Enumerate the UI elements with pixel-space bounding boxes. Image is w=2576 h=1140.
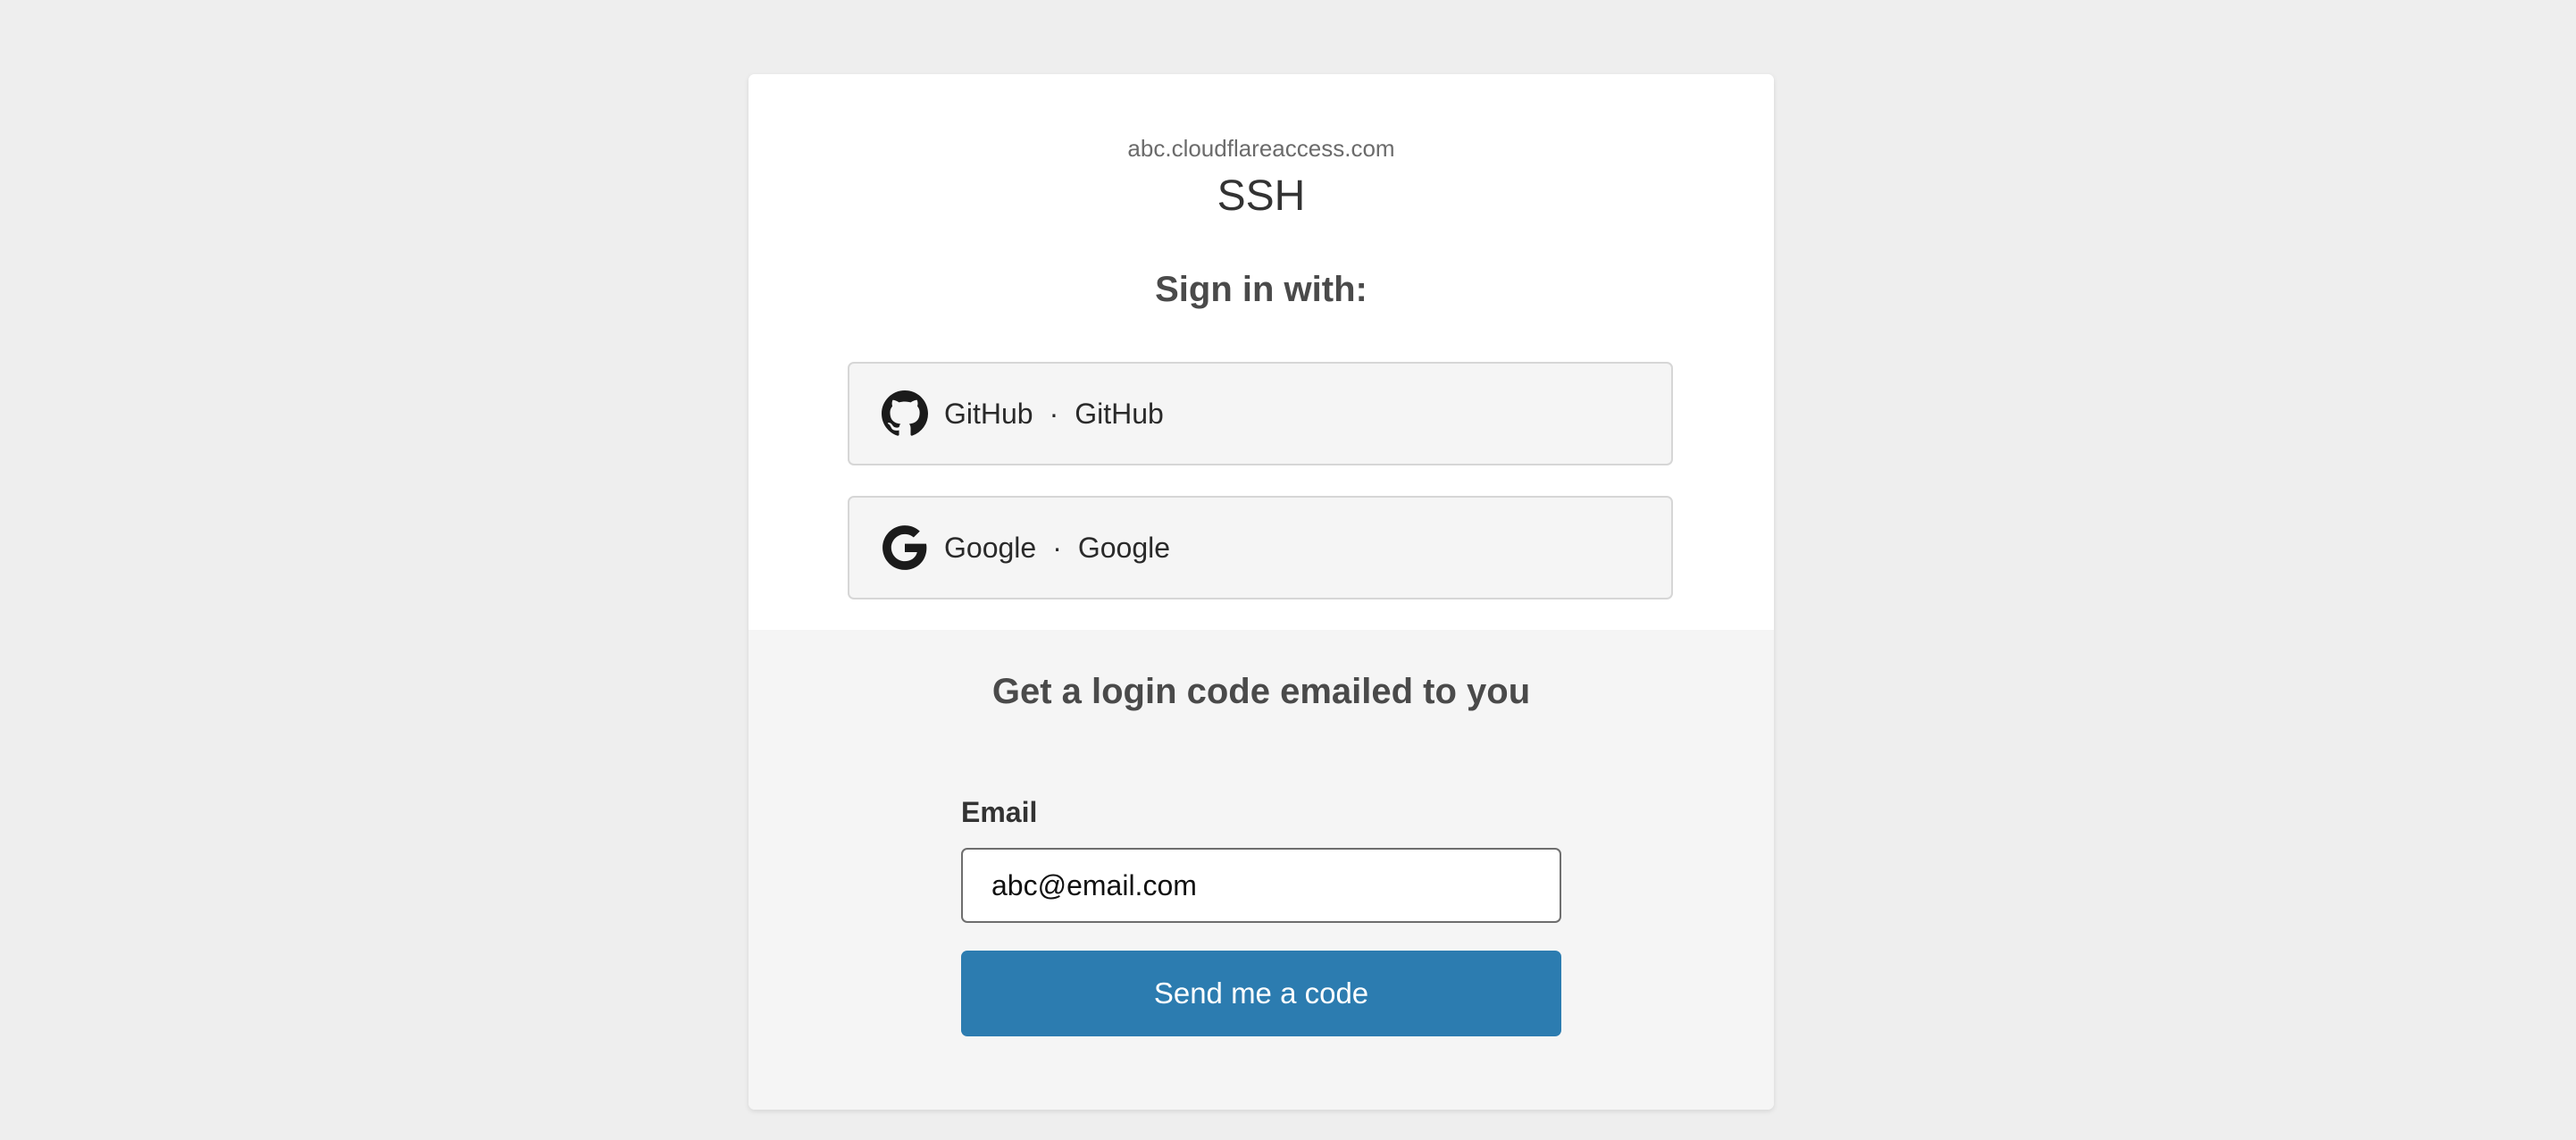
email-label: Email (961, 796, 1038, 828)
login-card: abc.cloudflareaccess.com SSH Sign in wit… (749, 74, 1774, 1110)
provider-type: GitHub (944, 398, 1033, 430)
send-code-button[interactable]: Send me a code (961, 951, 1561, 1036)
provider-label: GitHub (1075, 398, 1164, 430)
email-otp-section: Get a login code emailed to you Email Se… (749, 630, 1774, 1110)
github-login-button[interactable]: GitHub · GitHub (848, 362, 1673, 465)
application-name: SSH (1217, 172, 1306, 220)
email-input[interactable] (961, 848, 1561, 923)
otp-heading: Get a login code emailed to you (991, 672, 1531, 711)
github-button-text: GitHub · GitHub (944, 364, 1164, 464)
sign-in-heading: Sign in with: (1155, 270, 1367, 309)
google-icon (882, 524, 928, 571)
provider-label: Google (1077, 532, 1171, 564)
separator-dot: · (1052, 532, 1062, 564)
google-login-button[interactable]: Google · Google (848, 496, 1673, 599)
identity-provider-section: abc.cloudflareaccess.com SSH Sign in wit… (749, 74, 1774, 630)
team-domain: abc.cloudflareaccess.com (1127, 135, 1395, 162)
github-icon (882, 390, 928, 437)
google-button-text: Google · Google (944, 498, 1170, 598)
provider-type: Google (944, 532, 1037, 564)
separator-dot: · (1049, 398, 1059, 430)
